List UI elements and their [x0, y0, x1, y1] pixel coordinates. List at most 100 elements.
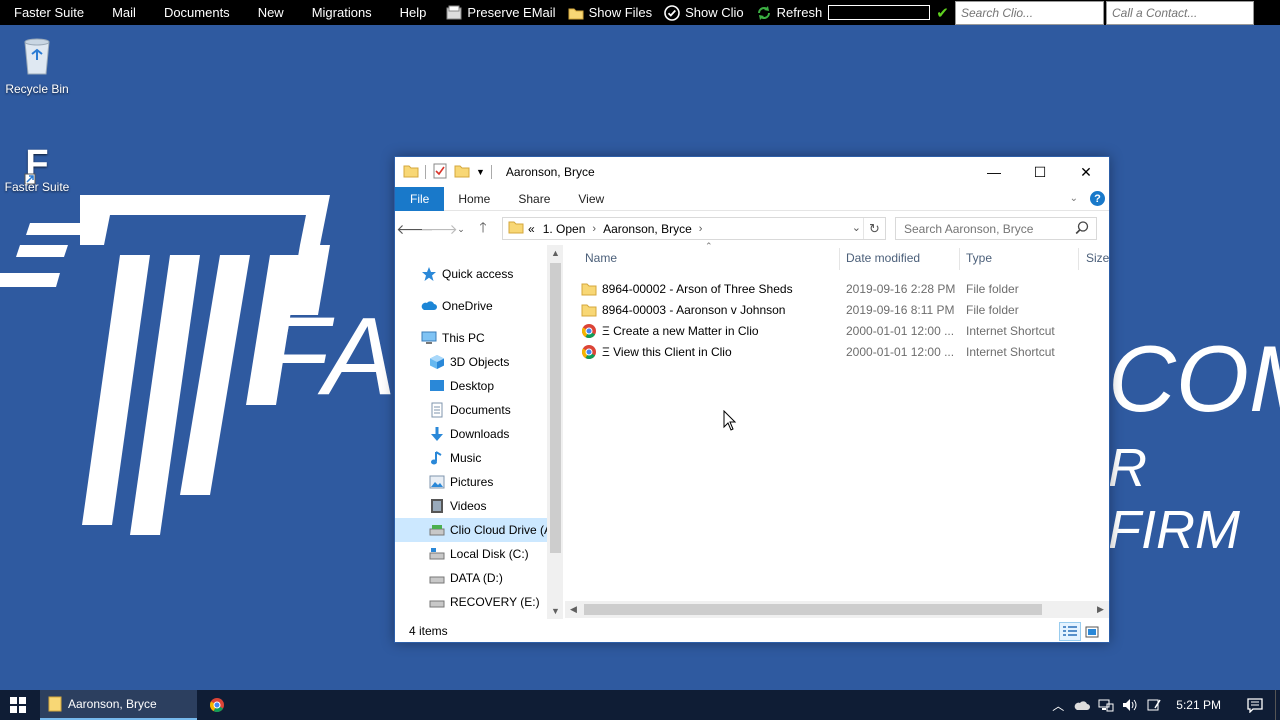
menu-new[interactable]: New: [244, 0, 298, 25]
column-header-name[interactable]: Name: [585, 251, 617, 265]
help-icon[interactable]: ?: [1090, 191, 1105, 206]
file-row[interactable]: 8964-00003 - Aaronson v Johnson 2019-09-…: [581, 299, 1101, 320]
menu-help[interactable]: Help: [386, 0, 441, 25]
taskbar-explorer-button[interactable]: Aaronson, Bryce: [40, 690, 197, 720]
tab-share[interactable]: Share: [504, 187, 564, 211]
file-row[interactable]: 8964-00002 - Arson of Three Sheds 2019-0…: [581, 278, 1101, 299]
address-dropdown-icon[interactable]: ⌄: [852, 221, 861, 234]
show-desktop-button[interactable]: [1275, 690, 1280, 720]
tab-file[interactable]: File: [395, 186, 445, 211]
scrollbar-thumb[interactable]: [550, 263, 561, 553]
folder-icon: [508, 219, 524, 238]
network-icon[interactable]: [1094, 690, 1118, 720]
file-list-horizontal-scrollbar[interactable]: ◀ ▶: [565, 601, 1109, 618]
file-row[interactable]: Ξ Create a new Matter in Clio 2000-01-01…: [581, 320, 1101, 341]
start-button[interactable]: [0, 690, 36, 720]
nav-documents[interactable]: Documents: [395, 398, 547, 422]
refresh-icon[interactable]: ↻: [863, 218, 885, 239]
nav-label: Quick access: [442, 267, 514, 281]
quick-access-toolbar: ▼: [395, 163, 498, 182]
breadcrumb-chevron-icon[interactable]: ›: [696, 223, 706, 235]
menu-documents[interactable]: Documents: [150, 0, 244, 25]
show-files-button[interactable]: Show Files: [562, 0, 659, 25]
mouse-cursor-icon: [723, 409, 737, 435]
breadcrumb-open[interactable]: 1. Open: [539, 222, 590, 236]
recycle-bin-icon: [17, 34, 57, 78]
column-separator[interactable]: [959, 248, 960, 270]
menu-faster-suite[interactable]: Faster Suite: [0, 0, 98, 25]
details-view-button[interactable]: [1059, 622, 1081, 641]
onedrive-cloud-icon[interactable]: [1070, 690, 1094, 720]
nav-desktop[interactable]: Desktop: [395, 374, 547, 398]
tab-view[interactable]: View: [564, 187, 618, 211]
recycle-bin-desktop-icon[interactable]: Recycle Bin: [0, 34, 74, 96]
large-icons-view-button[interactable]: [1081, 622, 1103, 641]
nav-music[interactable]: Music: [395, 446, 547, 470]
nav-clio-cloud-drive[interactable]: Clio Cloud Drive (A: [395, 518, 547, 542]
nav-pictures[interactable]: Pictures: [395, 470, 547, 494]
minimize-button[interactable]: —: [971, 157, 1017, 187]
tab-home[interactable]: Home: [444, 187, 504, 211]
navigation-pane-scrollbar[interactable]: ▲ ▼: [547, 245, 563, 619]
search-clio-input[interactable]: [955, 1, 1104, 25]
recent-locations-chevron-icon[interactable]: ⌄: [451, 218, 471, 240]
notification-center-icon[interactable]: [1235, 690, 1275, 720]
nav-local-disk-c[interactable]: Local Disk (C:): [395, 542, 547, 566]
nav-onedrive[interactable]: OneDrive: [395, 294, 547, 318]
column-separator[interactable]: [839, 248, 840, 270]
file-row[interactable]: Ξ View this Client in Clio 2000-01-01 12…: [581, 341, 1101, 362]
checkmark-icon: ✔: [936, 4, 949, 22]
column-header-date-modified[interactable]: Date modified: [846, 251, 920, 265]
scroll-right-icon[interactable]: ▶: [1092, 601, 1109, 618]
column-header-size[interactable]: Size: [1086, 251, 1109, 265]
faster-suite-desktop-icon[interactable]: F Faster Suite: [0, 142, 74, 194]
taskbar-chrome-button[interactable]: [201, 690, 239, 720]
nav-label: This PC: [442, 331, 485, 345]
refresh-button[interactable]: Refresh ✔: [750, 0, 955, 25]
wallpaper-text-left: FA: [262, 295, 399, 418]
nav-this-pc[interactable]: This PC: [395, 326, 547, 350]
menu-migrations[interactable]: Migrations: [298, 0, 386, 25]
nav-recovery-e[interactable]: RECOVERY (E:): [395, 590, 547, 614]
up-button[interactable]: 🡑: [471, 218, 495, 240]
nav-quick-access[interactable]: Quick access: [395, 262, 547, 286]
nav-3d-objects[interactable]: 3D Objects: [395, 350, 547, 374]
customize-toolbar-dropdown-icon[interactable]: ▼: [476, 167, 485, 177]
column-separator[interactable]: [1078, 248, 1079, 270]
nav-videos[interactable]: Videos: [395, 494, 547, 518]
scroll-up-icon[interactable]: ▲: [547, 245, 563, 261]
close-button[interactable]: ✕: [1063, 157, 1109, 187]
search-folder-input[interactable]: [895, 217, 1097, 240]
taskbar-clock[interactable]: 5:21 PM: [1166, 698, 1235, 712]
address-bar[interactable]: « 1. Open › Aaronson, Bryce › ⌄ ↻: [502, 217, 886, 240]
file-name: Ξ Create a new Matter in Clio: [602, 323, 759, 338]
preserve-email-button[interactable]: Preserve EMail: [440, 0, 561, 25]
scroll-left-icon[interactable]: ◀: [565, 601, 582, 618]
battery-pen-icon[interactable]: [1142, 690, 1166, 720]
menu-mail[interactable]: Mail: [98, 0, 150, 25]
nav-label: RECOVERY (E:): [450, 595, 540, 609]
show-hidden-icons-chevron-icon[interactable]: ︿: [1046, 690, 1070, 720]
show-clio-button[interactable]: Show Clio: [658, 0, 750, 25]
taskbar: Aaronson, Bryce ︿ 5:21 PM: [0, 690, 1280, 720]
nav-data-d[interactable]: DATA (D:): [395, 566, 547, 590]
maximize-button[interactable]: ☐: [1017, 157, 1063, 187]
search-icon[interactable]: [1075, 221, 1089, 238]
file-type: File folder: [966, 302, 1019, 317]
volume-icon[interactable]: [1118, 690, 1142, 720]
properties-icon[interactable]: [432, 163, 448, 182]
scrollbar-thumb[interactable]: [584, 604, 1042, 615]
call-contact-input[interactable]: [1106, 1, 1254, 25]
wallpaper-text-right: COM: [1108, 326, 1280, 431]
column-header-type[interactable]: Type: [966, 251, 992, 265]
refresh-icon: [756, 5, 772, 21]
breadcrumb-chevron-icon[interactable]: ›: [589, 223, 599, 235]
expand-ribbon-chevron-icon[interactable]: ⌄: [1070, 193, 1078, 204]
forward-button[interactable]: 🡒: [420, 218, 458, 240]
new-folder-icon[interactable]: [454, 163, 470, 182]
folder-icon: [48, 696, 62, 712]
address-overflow[interactable]: «: [524, 222, 539, 236]
scroll-down-icon[interactable]: ▼: [547, 603, 563, 619]
nav-downloads[interactable]: Downloads: [395, 422, 547, 446]
breadcrumb-aaronson[interactable]: Aaronson, Bryce: [599, 222, 696, 236]
